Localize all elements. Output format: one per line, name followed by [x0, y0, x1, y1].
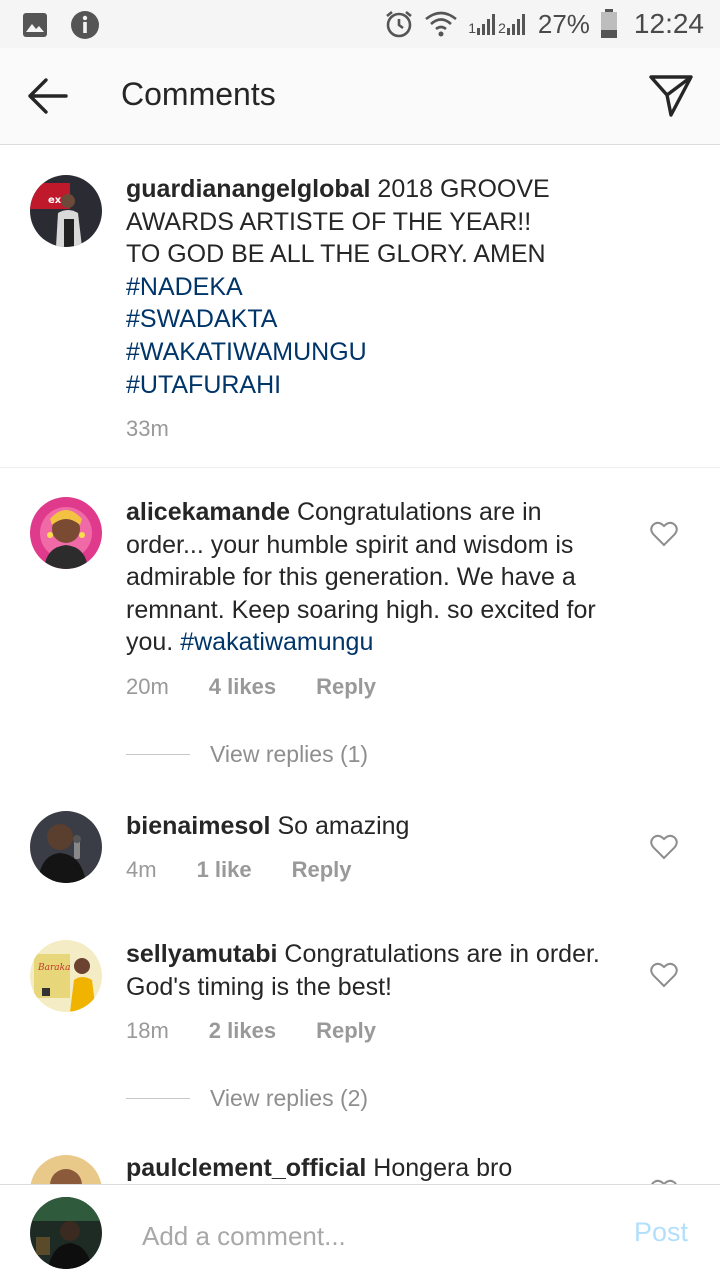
avatar[interactable]: Baraka	[30, 940, 102, 1012]
clock: 12:24	[633, 8, 704, 39]
comment-item: paulclement_official Hongera bro	[126, 1152, 616, 1185]
comment-username[interactable]: sellyamutabi	[126, 940, 277, 968]
send-icon	[649, 75, 693, 117]
view-replies-label: View replies (2)	[210, 1085, 369, 1111]
back-button[interactable]	[26, 76, 70, 116]
comment-time: 33m	[126, 416, 169, 441]
hashtag-link[interactable]: #NADEKA	[126, 271, 616, 304]
comment-input[interactable]	[140, 1215, 604, 1257]
avatar[interactable]	[30, 497, 102, 569]
view-replies-button[interactable]: View replies (2)	[126, 1085, 368, 1112]
caption-text-2: TO GOD BE ALL THE GLORY. AMEN	[126, 240, 546, 269]
view-replies-label: View replies (1)	[210, 741, 369, 767]
hashtag-link[interactable]: #UTAFURAHI	[126, 369, 616, 402]
direct-share-button[interactable]	[648, 72, 694, 118]
comment-item: sellyamutabi Congratulations are in orde…	[126, 938, 606, 1003]
status-bar: 1 2 27% 12:24	[0, 0, 720, 48]
likes-count[interactable]: 4 likes	[209, 674, 276, 700]
avatar[interactable]	[30, 1155, 102, 1185]
post-button[interactable]: Post	[634, 1217, 688, 1248]
like-button[interactable]	[650, 834, 678, 860]
page-title: Comments	[121, 76, 276, 112]
hashtag-link[interactable]: #WAKATIWAMUNGU	[126, 336, 616, 369]
comment-text: Hongera bro	[366, 1154, 513, 1182]
hashtag-link[interactable]: #SWADAKTA	[126, 303, 616, 336]
svg-text:Baraka: Baraka	[37, 963, 70, 973]
avatar[interactable]	[30, 811, 102, 883]
comment-time: 20m	[126, 674, 169, 699]
post-caption: ex guardianangelglobal 2018 GROOVE AWARD…	[0, 145, 720, 468]
comment-username[interactable]: alicekamande	[126, 498, 290, 526]
alarm-icon	[384, 9, 414, 39]
image-icon	[22, 12, 48, 38]
comment-item: alicekamande Congratulations are in orde…	[126, 496, 606, 659]
arrow-left-icon	[28, 78, 68, 114]
reply-button[interactable]: Reply	[316, 1018, 376, 1044]
reply-button[interactable]: Reply	[292, 857, 352, 883]
comment-username[interactable]: bienaimesol	[126, 812, 271, 840]
info-icon	[70, 10, 100, 40]
comment-username[interactable]: guardianangelglobal	[126, 175, 370, 203]
view-replies-button[interactable]: View replies (1)	[126, 741, 368, 768]
battery-icon	[600, 9, 618, 39]
hashtag-link[interactable]: #wakatiwamungu	[180, 628, 373, 656]
like-button[interactable]	[650, 521, 678, 547]
divider	[126, 754, 190, 755]
avatar[interactable]: ex	[30, 175, 102, 247]
comment-username[interactable]: paulclement_official	[126, 1154, 366, 1182]
comment-time: 4m	[126, 857, 157, 882]
svg-text:ex: ex	[48, 195, 62, 206]
battery-percent: 27%	[537, 8, 590, 39]
heart-icon	[650, 521, 678, 547]
comment-item: bienaimesol So amazing	[126, 810, 616, 843]
signal-icon: 1 2	[468, 12, 528, 36]
likes-count[interactable]: 2 likes	[209, 1018, 276, 1044]
wifi-icon	[424, 9, 458, 39]
reply-button[interactable]: Reply	[316, 674, 376, 700]
divider	[126, 1098, 190, 1099]
comments-list[interactable]: ex guardianangelglobal 2018 GROOVE AWARD…	[0, 145, 720, 1185]
comment-composer: Post	[0, 1184, 720, 1281]
like-button[interactable]	[650, 962, 678, 988]
comment-text: So amazing	[270, 812, 410, 840]
app-header: Comments	[0, 48, 720, 145]
heart-icon	[650, 962, 678, 988]
own-avatar	[30, 1197, 102, 1269]
comment-time: 18m	[126, 1018, 169, 1043]
likes-count[interactable]: 1 like	[197, 857, 252, 883]
heart-icon	[650, 834, 678, 860]
